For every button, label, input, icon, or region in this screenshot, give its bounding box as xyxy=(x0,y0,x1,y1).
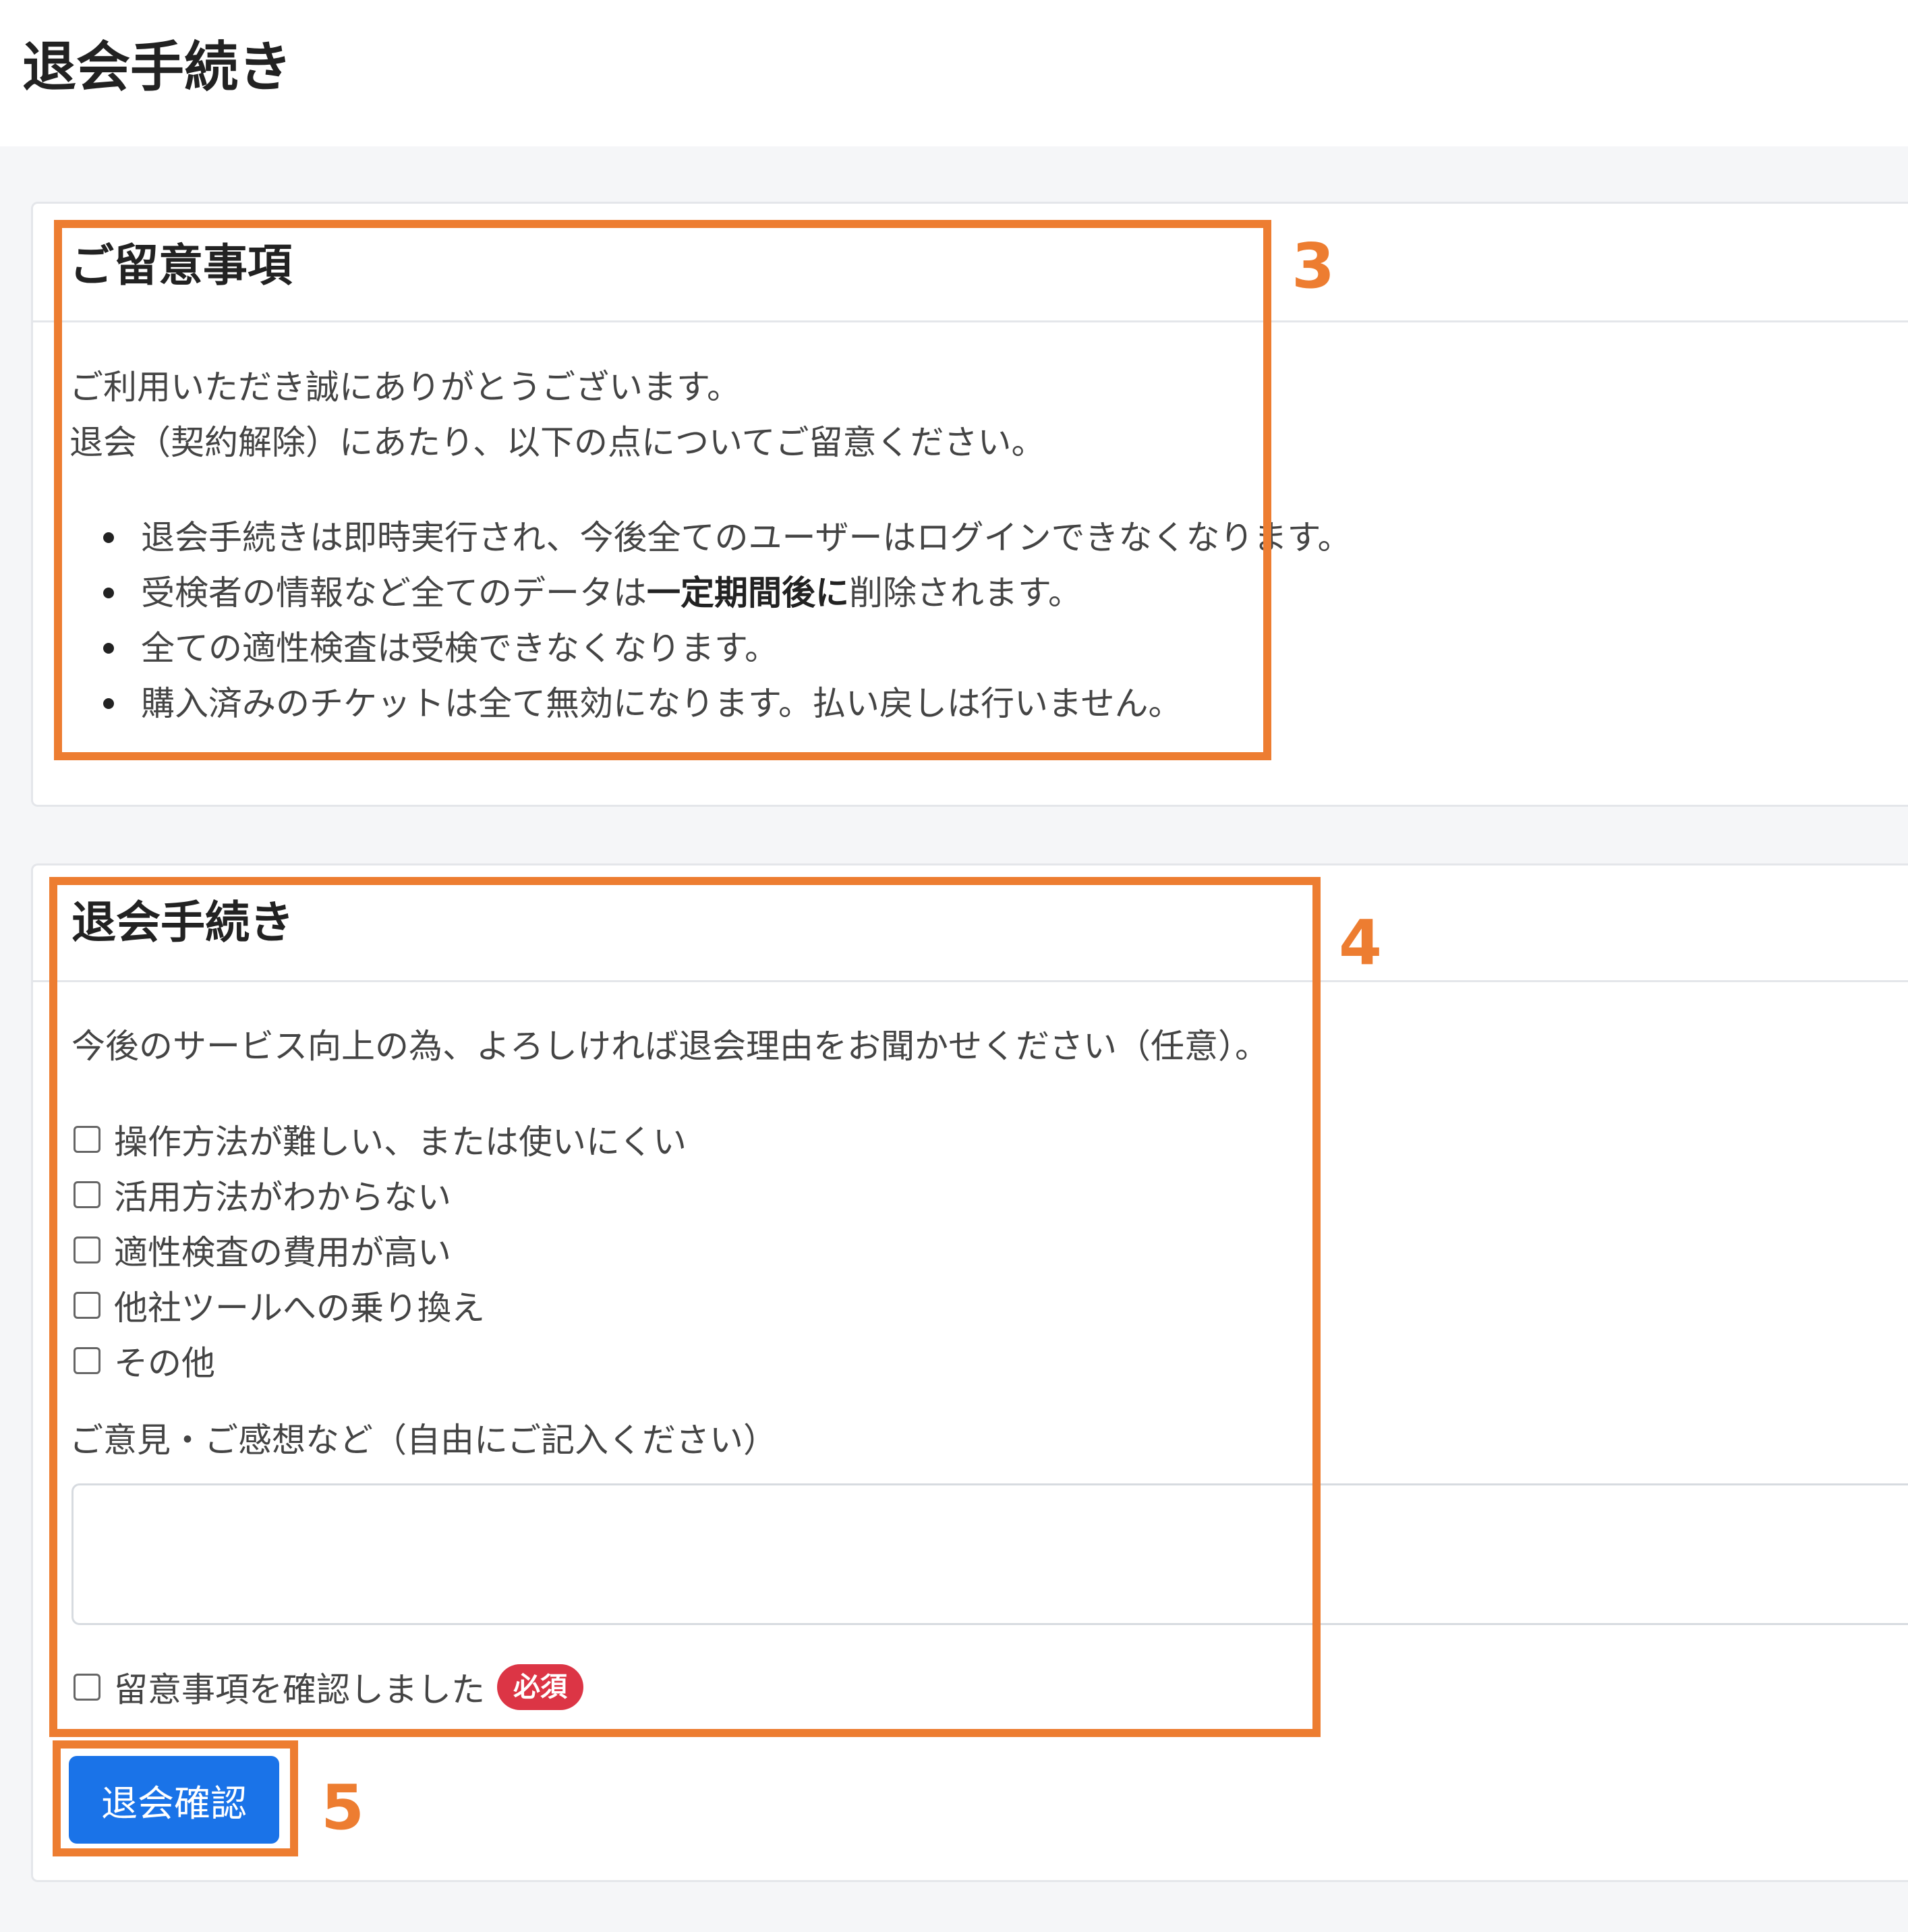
withdraw-header-divider xyxy=(33,980,1908,982)
notice-header-divider xyxy=(33,320,1908,322)
notice-item-text-after: 削除されます。 xyxy=(849,573,1082,613)
notice-intro-line-2: 退会（契約解除）にあたり、以下の点についてご留意ください。 xyxy=(69,423,1045,462)
reason-option[interactable]: その他 xyxy=(74,1334,215,1388)
reason-checkbox[interactable] xyxy=(74,1126,100,1153)
notice-item-text: 全ての適性検査は受検できなくなります。 xyxy=(141,629,778,668)
reason-option[interactable]: 活用方法がわからない xyxy=(74,1168,451,1222)
reason-option[interactable]: 適性検査の費用が高い xyxy=(74,1223,451,1277)
bullet-icon xyxy=(103,588,114,598)
notice-card: ご留意事項 ご利用いただき誠にありがとうございます。 退会（契約解除）にあたり、… xyxy=(31,202,1908,807)
reason-label: 活用方法がわからない xyxy=(114,1178,451,1217)
comment-textarea[interactable] xyxy=(71,1483,1908,1625)
notice-intro-line-1: ご利用いただき誠にありがとうございます。 xyxy=(69,368,741,407)
notice-item-text: 退会手続きは即時実行され、今後全てのユーザーはログインできなくなります。 xyxy=(141,518,1352,557)
page-header: 退会手続き xyxy=(0,0,1908,146)
reason-label: 操作方法が難しい、または使いにくい xyxy=(114,1123,687,1162)
notice-item-text: 受検者の情報など全てのデータは一定期間後に削除されます。 xyxy=(141,566,1082,620)
reason-label: 他社ツールへの乗り換え xyxy=(114,1288,485,1328)
reason-checkbox[interactable] xyxy=(74,1292,100,1319)
reason-checkbox[interactable] xyxy=(74,1237,100,1263)
reason-label: その他 xyxy=(114,1344,215,1383)
notice-item-text-before: 受検者の情報など全てのデータは xyxy=(141,573,647,613)
notice-item-text-bold: 一定期間後に xyxy=(647,573,849,613)
reason-checkbox[interactable] xyxy=(74,1347,100,1374)
bullet-icon xyxy=(103,532,114,543)
comment-label: ご意見・ご感想など（自由にご記入ください） xyxy=(69,1421,777,1460)
notice-title: ご留意事項 xyxy=(69,239,292,291)
annotation-number-4: 4 xyxy=(1339,907,1383,979)
annotation-number-3: 3 xyxy=(1292,230,1335,302)
required-badge: 必須 xyxy=(497,1664,583,1710)
bullet-icon xyxy=(103,698,114,709)
withdraw-confirm-button[interactable]: 退会確認 xyxy=(69,1756,279,1844)
reason-checkbox[interactable] xyxy=(74,1181,100,1208)
reason-option[interactable]: 他社ツールへの乗り換え xyxy=(74,1278,485,1332)
reason-prompt: 今後のサービス向上の為、よろしければ退会理由をお聞かせください（任意）。 xyxy=(71,1027,1269,1066)
confirm-checkbox[interactable] xyxy=(74,1674,100,1701)
confirm-option[interactable]: 留意事項を確認しました 必須 xyxy=(74,1660,583,1714)
withdraw-title: 退会手続き xyxy=(71,897,294,948)
annotation-number-5: 5 xyxy=(321,1771,365,1844)
reason-option[interactable]: 操作方法が難しい、または使いにくい xyxy=(74,1112,687,1166)
reason-label: 適性検査の費用が高い xyxy=(114,1233,451,1272)
page-title: 退会手続き xyxy=(22,36,292,98)
withdraw-card: 退会手続き 今後のサービス向上の為、よろしければ退会理由をお聞かせください（任意… xyxy=(31,863,1908,1882)
notice-item-text: 購入済みのチケットは全て無効になります。払い戻しは行いません。 xyxy=(141,684,1182,723)
bullet-icon xyxy=(103,643,114,654)
confirm-label: 留意事項を確認しました xyxy=(114,1670,485,1709)
